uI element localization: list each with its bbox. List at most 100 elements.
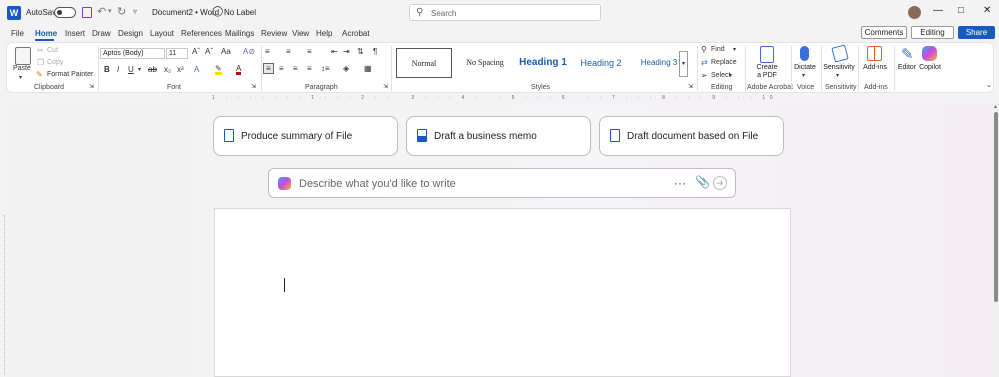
superscript-icon[interactable]: x² (177, 65, 184, 74)
sensitivity-dropdown-icon[interactable]: ▾ (836, 72, 839, 79)
paste-button[interactable]: Paste (13, 65, 31, 72)
align-left-icon[interactable]: ≡ (263, 63, 274, 74)
sensitivity-button[interactable]: Sensitivity (823, 64, 855, 71)
style-heading-1[interactable]: Heading 1 (515, 48, 571, 78)
share-button[interactable]: Share (958, 26, 995, 39)
close-icon[interactable]: ✕ (983, 5, 991, 16)
undo-icon[interactable]: ↶ (97, 5, 106, 18)
font-color-icon[interactable]: A (236, 65, 242, 75)
text-effects-icon[interactable]: A (194, 65, 199, 74)
sensitivity-label[interactable]: No Label (224, 8, 256, 17)
tab-help[interactable]: Help (316, 29, 332, 38)
undo-dropdown-icon[interactable]: ▾ (108, 7, 112, 15)
cut-button[interactable]: Cut (47, 47, 58, 54)
maximize-icon[interactable]: □ (958, 5, 964, 16)
sort-icon[interactable]: ⇅ (357, 47, 364, 56)
create-pdf-button[interactable]: Create a PDF (752, 64, 782, 80)
style-no-spacing[interactable]: No Spacing (457, 48, 513, 78)
paragraph-launcher-icon[interactable]: ⇲ (383, 83, 388, 90)
styles-gallery-more-icon[interactable]: ▾ (679, 51, 688, 77)
save-icon[interactable] (82, 7, 92, 18)
justify-icon[interactable]: ≡ (307, 64, 312, 73)
attach-icon[interactable]: 📎 (695, 175, 710, 189)
italic-icon[interactable]: I (117, 65, 119, 74)
numbering-icon[interactable]: ≡ (286, 47, 291, 56)
tab-view[interactable]: View (292, 29, 309, 38)
tab-references[interactable]: References (181, 29, 222, 38)
borders-icon[interactable]: ▦ (364, 64, 372, 73)
copilot-button[interactable]: Copilot (918, 64, 942, 71)
horizontal-ruler[interactable]: 1 · · · · · · · 1 · · · 2 · · · 3 · · · … (212, 95, 790, 103)
tab-home[interactable]: Home (35, 29, 57, 38)
style-normal[interactable]: Normal (396, 48, 452, 78)
change-case-icon[interactable]: Aa (221, 47, 231, 56)
tab-draw[interactable]: Draw (92, 29, 111, 38)
increase-indent-icon[interactable]: ⇥ (343, 47, 350, 56)
dictate-dropdown-icon[interactable]: ▾ (802, 72, 805, 79)
comments-button[interactable]: Comments (861, 26, 907, 39)
copilot-suggestion-draft-from-file[interactable]: Draft document based on File (599, 116, 784, 156)
bullets-icon[interactable]: ≡ (265, 47, 270, 56)
tab-design[interactable]: Design (118, 29, 143, 38)
document-page[interactable] (214, 208, 791, 377)
avatar[interactable] (908, 6, 921, 19)
editor-button[interactable]: Editor (896, 64, 918, 71)
tab-file[interactable]: File (11, 29, 24, 38)
add-ins-button[interactable]: Add-ins (861, 64, 889, 71)
decrease-indent-icon[interactable]: ⇤ (331, 47, 338, 56)
find-dropdown-icon[interactable]: ▾ (733, 46, 736, 53)
search-input[interactable]: ⚲ Search (409, 4, 601, 21)
vertical-ruler[interactable] (4, 215, 10, 375)
shrink-font-icon[interactable]: Aˇ (205, 47, 213, 56)
show-marks-icon[interactable]: ¶ (373, 47, 377, 56)
shading-icon[interactable]: ◈ (343, 64, 349, 73)
copilot-suggestion-memo[interactable]: Draft a business memo (406, 116, 591, 156)
find-button[interactable]: Find (711, 46, 725, 53)
multilevel-list-icon[interactable]: ≡ (307, 47, 312, 56)
tab-review[interactable]: Review (261, 29, 287, 38)
tab-mailings[interactable]: Mailings (225, 29, 254, 38)
align-center-icon[interactable]: ≡ (279, 64, 284, 73)
autosave-toggle[interactable] (54, 7, 76, 18)
subscript-icon[interactable]: x₂ (164, 65, 171, 74)
minimize-icon[interactable]: — (933, 5, 943, 16)
styles-launcher-icon[interactable]: ⇲ (688, 83, 693, 90)
editing-mode-button[interactable]: Editing (911, 26, 954, 39)
copilot-prompt-input[interactable]: Describe what you'd like to write ··· 📎 … (268, 168, 736, 198)
customize-toolbar-icon[interactable]: ▿ (133, 7, 137, 16)
copilot-icon[interactable] (922, 46, 937, 61)
collapse-ribbon-icon[interactable]: ⌄ (986, 81, 992, 89)
underline-dropdown-icon[interactable]: ▾ (138, 66, 141, 73)
tab-acrobat[interactable]: Acrobat (342, 29, 370, 38)
line-spacing-icon[interactable]: ↕≡ (321, 64, 330, 73)
redo-icon[interactable]: ↻ (117, 5, 126, 18)
add-ins-icon[interactable] (867, 46, 882, 61)
underline-icon[interactable]: U (128, 65, 134, 74)
grow-font-icon[interactable]: Aˆ (192, 47, 200, 56)
create-pdf-icon[interactable] (760, 46, 774, 63)
dictate-button[interactable]: Dictate (792, 64, 818, 71)
copy-button[interactable]: Copy (47, 59, 63, 66)
clipboard-launcher-icon[interactable]: ⇲ (89, 83, 94, 90)
replace-button[interactable]: Replace (711, 59, 737, 66)
highlight-icon[interactable]: ✎ (215, 65, 222, 75)
tab-layout[interactable]: Layout (150, 29, 174, 38)
format-painter-button[interactable]: Format Painter (47, 71, 93, 78)
font-size-select[interactable]: 11 (166, 48, 188, 59)
scroll-up-icon[interactable]: ▲ (993, 104, 998, 110)
font-launcher-icon[interactable]: ⇲ (251, 83, 256, 90)
editor-icon[interactable]: ✎ (901, 45, 914, 63)
vertical-scrollbar[interactable]: ▲ (993, 104, 999, 377)
scrollbar-thumb[interactable] (994, 112, 998, 302)
strikethrough-icon[interactable]: ab (148, 65, 157, 74)
copilot-suggestion-summary[interactable]: Produce summary of File (213, 116, 398, 156)
select-dropdown-icon[interactable]: ▾ (729, 72, 732, 79)
clear-formatting-icon[interactable]: A⊘ (243, 47, 255, 56)
sensitivity-icon[interactable] (831, 44, 849, 63)
sensitivity-shield-icon[interactable]: ◯ (212, 6, 223, 17)
align-right-icon[interactable]: ≡ (293, 64, 298, 73)
font-name-select[interactable]: Aptos (Body) (100, 48, 165, 59)
microphone-icon[interactable] (800, 46, 809, 61)
paste-dropdown-icon[interactable]: ▾ (19, 74, 22, 81)
bold-icon[interactable]: B (104, 65, 110, 74)
